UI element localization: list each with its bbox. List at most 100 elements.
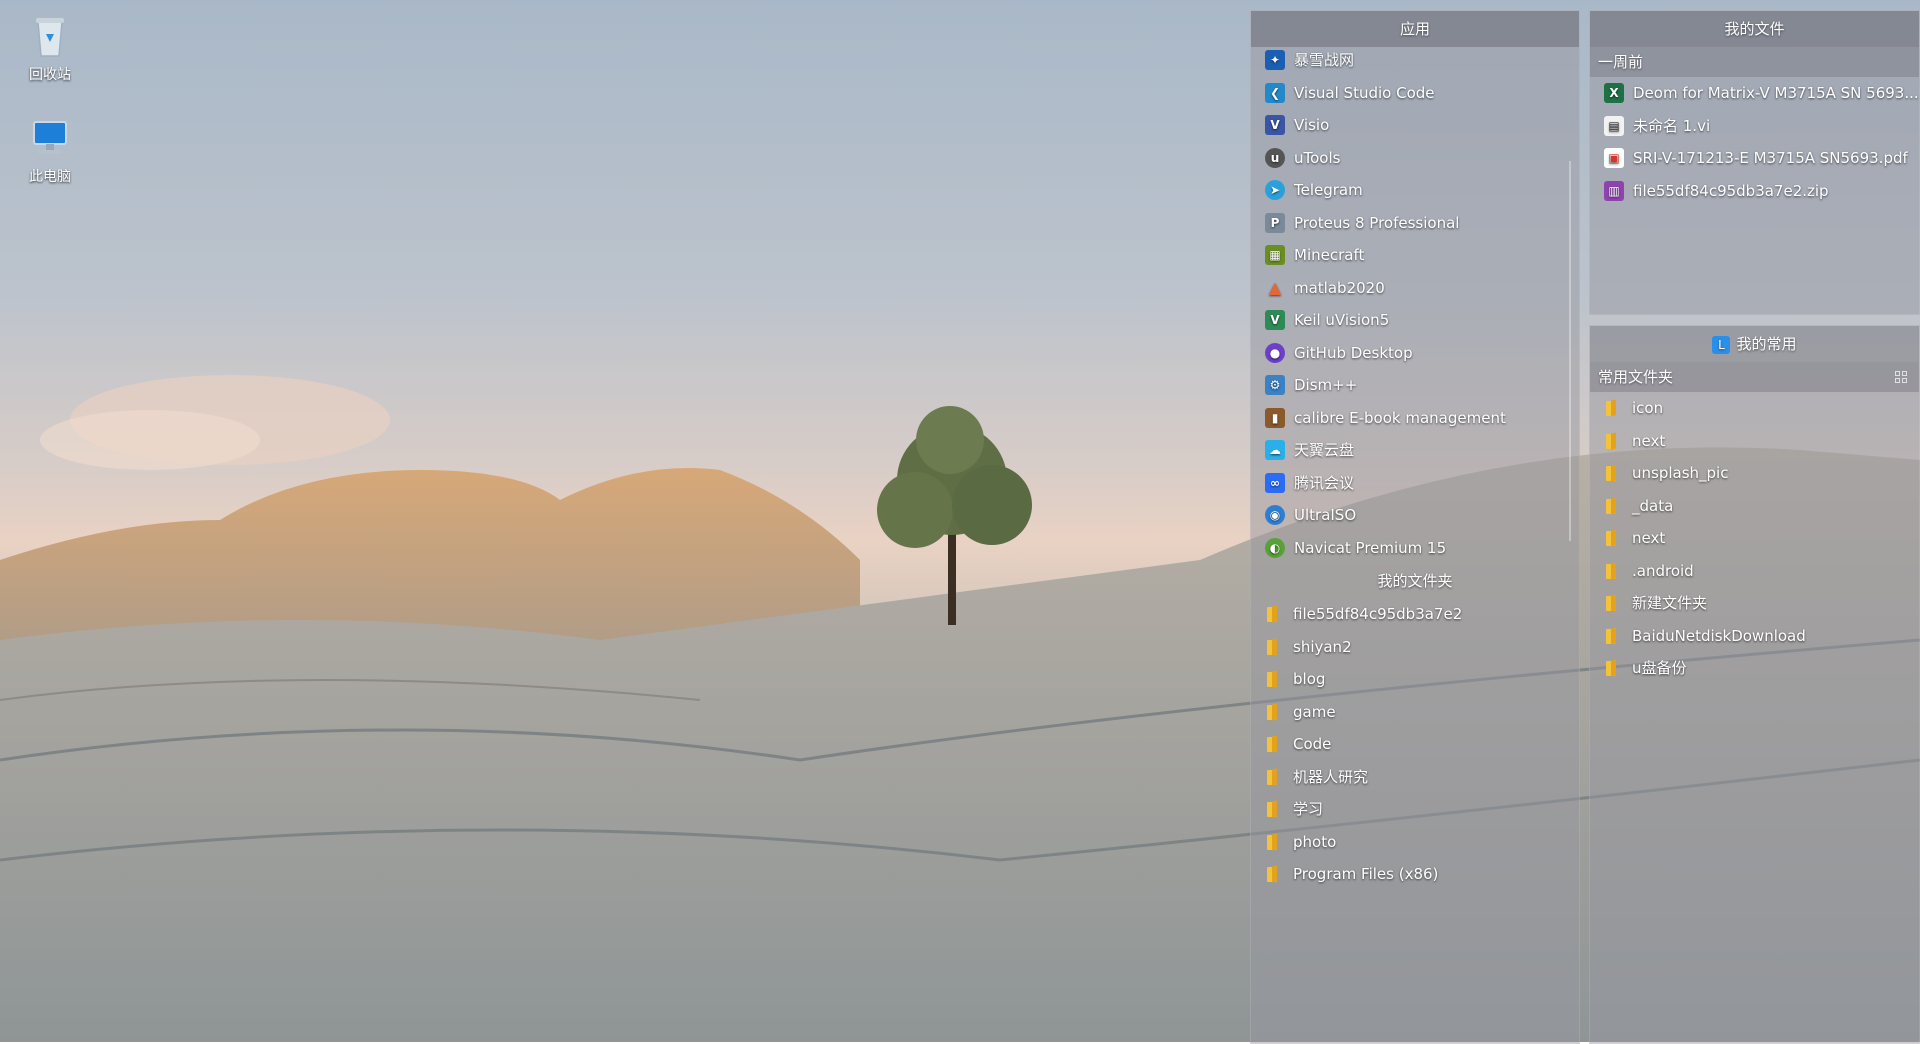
favorites-panel-title: 我的常用 bbox=[1736, 335, 1797, 353]
folder-label: Program Files (x86) bbox=[1293, 865, 1439, 883]
minecraft-icon: ▦ bbox=[1265, 245, 1285, 266]
folder-label: 新建文件夹 bbox=[1632, 594, 1708, 612]
favorite-folder-item[interactable]: 新建文件夹 bbox=[1590, 587, 1919, 620]
tencent-meeting-icon: ∞ bbox=[1265, 472, 1285, 493]
folder-icon bbox=[1604, 659, 1618, 677]
files-panel: 我的文件 一周前 X Deom for Matrix-V M3715A SN 56… bbox=[1589, 10, 1920, 315]
matlab-icon: ▲ bbox=[1268, 277, 1282, 297]
folder-label: game bbox=[1293, 702, 1336, 721]
file-label: SRI-V-171213-E M3715A SN5693.pdf bbox=[1633, 149, 1908, 167]
files-panel-title: 我的文件 bbox=[1590, 11, 1919, 47]
zip-file-icon: ▥ bbox=[1604, 180, 1624, 201]
folder-item[interactable]: game bbox=[1251, 696, 1579, 729]
folder-label: .android bbox=[1632, 561, 1694, 580]
folder-label: next bbox=[1632, 431, 1666, 450]
app-item-keil[interactable]: V Keil uVision5 bbox=[1251, 304, 1579, 337]
app-item-battlenet[interactable]: ✦ 暴雪战网 bbox=[1251, 44, 1579, 77]
folder-label: u盘备份 bbox=[1632, 659, 1687, 677]
folder-icon bbox=[1604, 627, 1618, 645]
app-label: Telegram bbox=[1294, 181, 1363, 199]
app-label: GitHub Desktop bbox=[1294, 343, 1413, 362]
favorite-folder-item[interactable]: next bbox=[1590, 425, 1919, 458]
file-list: X Deom for Matrix-V M3715A SN 5693... ▤ 未命… bbox=[1590, 77, 1919, 207]
folder-label: _data bbox=[1632, 496, 1674, 515]
favorite-folder-item[interactable]: _data bbox=[1590, 490, 1919, 523]
favorites-badge-icon: L bbox=[1712, 335, 1731, 354]
folder-item[interactable]: 机器人研究 bbox=[1251, 761, 1579, 794]
grid-view-icon[interactable] bbox=[1895, 371, 1907, 383]
app-item-dism[interactable]: ⚙ Dism++ bbox=[1251, 369, 1579, 402]
folder-item[interactable]: photo bbox=[1251, 826, 1579, 859]
file-item-zip[interactable]: ▥ file55df84c95db3a7e2.zip bbox=[1590, 175, 1919, 208]
folder-label: file55df84c95db3a7e2 bbox=[1293, 605, 1463, 623]
app-label: Minecraft bbox=[1294, 246, 1365, 264]
folder-item[interactable]: file55df84c95db3a7e2 bbox=[1251, 598, 1579, 631]
app-label: 天翼云盘 bbox=[1294, 441, 1355, 459]
recycle-bin-icon bbox=[26, 12, 74, 60]
file-item-excel[interactable]: X Deom for Matrix-V M3715A SN 5693... bbox=[1590, 77, 1919, 110]
file-item-pdf[interactable]: ▣ SRI-V-171213-E M3715A SN5693.pdf bbox=[1590, 142, 1919, 175]
dism-icon: ⚙ bbox=[1265, 375, 1285, 396]
app-item-calibre[interactable]: ▮ calibre E-book management bbox=[1251, 402, 1579, 435]
folder-label: photo bbox=[1293, 832, 1337, 851]
app-item-navicat[interactable]: ◐ Navicat Premium 15 bbox=[1251, 532, 1579, 565]
favorites-group-header: 常用文件夹 bbox=[1590, 362, 1919, 392]
folder-item[interactable]: Code bbox=[1251, 728, 1579, 761]
favorite-folder-item[interactable]: BaiduNetdiskDownload bbox=[1590, 620, 1919, 653]
app-label: Navicat Premium 15 bbox=[1294, 538, 1447, 557]
folder-item[interactable]: Program Files (x86) bbox=[1251, 858, 1579, 891]
calibre-icon: ▮ bbox=[1265, 407, 1285, 428]
app-item-telegram[interactable]: ➤ Telegram bbox=[1251, 174, 1579, 207]
app-label: matlab2020 bbox=[1294, 278, 1385, 297]
folder-icon bbox=[1265, 735, 1279, 753]
app-item-vscode[interactable]: ❮ Visual Studio Code bbox=[1251, 77, 1579, 110]
folder-item[interactable]: 学习 bbox=[1251, 793, 1579, 826]
folder-item[interactable]: shiyan2 bbox=[1251, 631, 1579, 664]
desktop-icon-this-pc[interactable]: 此电脑 bbox=[8, 114, 92, 186]
my-folder-list: file55df84c95db3a7e2 shiyan2 blog game C… bbox=[1251, 598, 1579, 891]
file-label: Deom for Matrix-V M3715A SN 5693... bbox=[1633, 84, 1919, 102]
favorite-folder-item[interactable]: u盘备份 bbox=[1590, 652, 1919, 685]
favorites-folder-list: icon next unsplash_pic _data next .andro… bbox=[1590, 392, 1919, 685]
apps-panel: 应用 ✦ 暴雪战网 ❮ Visual Studio Code V Visio u uTo… bbox=[1250, 10, 1580, 1044]
folder-label: next bbox=[1632, 529, 1666, 547]
folder-item[interactable]: blog bbox=[1251, 663, 1579, 696]
app-item-tianyi-cloud[interactable]: ☁ 天翼云盘 bbox=[1251, 434, 1579, 467]
tianyi-cloud-icon: ☁ bbox=[1265, 440, 1285, 461]
favorite-folder-item[interactable]: .android bbox=[1590, 555, 1919, 588]
folder-label: blog bbox=[1293, 670, 1326, 688]
navicat-icon: ◐ bbox=[1265, 537, 1285, 558]
favorite-folder-item[interactable]: next bbox=[1590, 522, 1919, 555]
file-label: 未命名 1.vi bbox=[1633, 116, 1711, 135]
my-folders-title: 我的文件夹 bbox=[1377, 572, 1453, 590]
app-item-proteus[interactable]: P Proteus 8 Professional bbox=[1251, 207, 1579, 240]
battlenet-icon: ✦ bbox=[1265, 50, 1285, 71]
labview-file-icon: ▤ bbox=[1604, 115, 1624, 136]
app-item-minecraft[interactable]: ▦ Minecraft bbox=[1251, 239, 1579, 272]
favorite-folder-item[interactable]: unsplash_pic bbox=[1590, 457, 1919, 490]
ultraiso-icon: ◉ bbox=[1265, 505, 1285, 526]
app-item-github-desktop[interactable]: ● GitHub Desktop bbox=[1251, 337, 1579, 370]
folder-label: unsplash_pic bbox=[1632, 464, 1729, 482]
app-label: 腾讯会议 bbox=[1294, 473, 1355, 492]
files-group-header: 一周前 bbox=[1590, 47, 1919, 77]
telegram-icon: ➤ bbox=[1265, 180, 1285, 201]
app-label: Keil uVision5 bbox=[1294, 311, 1390, 329]
app-item-visio[interactable]: V Visio bbox=[1251, 109, 1579, 142]
app-item-ultraiso[interactable]: ◉ UltraISO bbox=[1251, 499, 1579, 532]
app-list: ✦ 暴雪战网 ❮ Visual Studio Code V Visio u uTools… bbox=[1251, 44, 1579, 564]
apps-panel-title: 应用 bbox=[1251, 11, 1579, 47]
file-label: file55df84c95db3a7e2.zip bbox=[1633, 181, 1829, 200]
app-item-utools[interactable]: u uTools bbox=[1251, 142, 1579, 175]
app-item-matlab[interactable]: ▲ matlab2020 bbox=[1251, 272, 1579, 305]
favorites-group-label: 常用文件夹 bbox=[1598, 368, 1674, 386]
favorite-folder-item[interactable]: icon bbox=[1590, 392, 1919, 425]
folder-label: Code bbox=[1293, 735, 1332, 753]
file-item-vi[interactable]: ▤ 未命名 1.vi bbox=[1590, 110, 1919, 143]
desktop-icon-recycle-bin[interactable]: 回收站 bbox=[8, 12, 92, 84]
apps-scrollbar[interactable] bbox=[1569, 161, 1571, 541]
favorites-panel: L 我的常用 常用文件夹 icon next unsplash_pic _data… bbox=[1589, 325, 1920, 1044]
folder-icon bbox=[1265, 833, 1279, 851]
app-label: 暴雪战网 bbox=[1294, 51, 1355, 69]
app-item-tencent-meeting[interactable]: ∞ 腾讯会议 bbox=[1251, 467, 1579, 500]
